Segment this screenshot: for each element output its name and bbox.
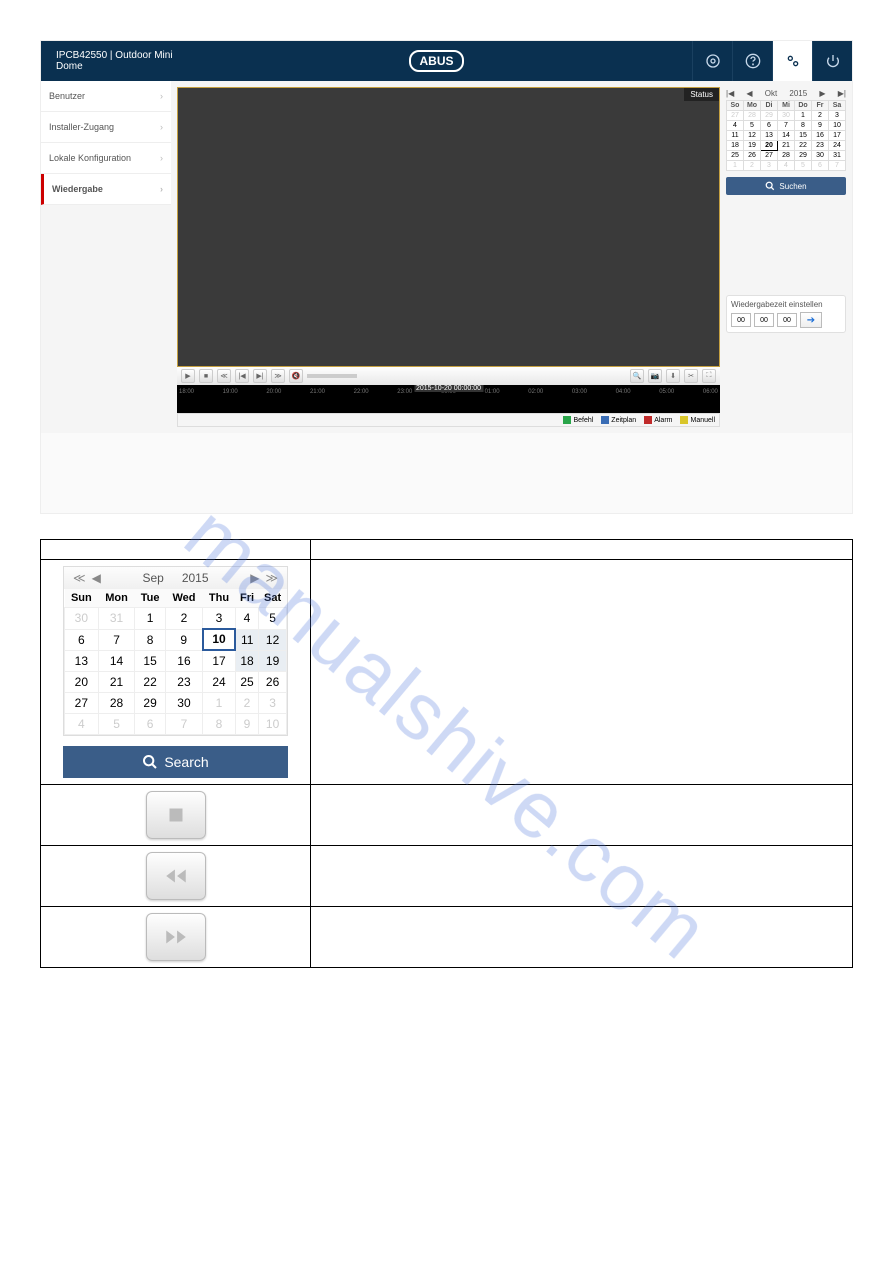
stop-button[interactable]: ■ [199,369,213,383]
help-icon[interactable] [732,41,772,81]
step-fwd-button[interactable]: ▶| [253,369,267,383]
fast-forward-button[interactable] [146,913,206,961]
sidebar-item-local-config[interactable]: Lokale Konfiguration› [41,143,171,174]
sidebar: Benutzer› Installer-Zugang› Lokale Konfi… [41,81,171,205]
video-player[interactable]: Status [177,87,720,367]
doc-calendar[interactable]: ≪ ◀ Sep2015 ▶ ≫ SunMonTueWedThuFriSat303… [63,566,288,736]
stop-button[interactable] [146,791,206,839]
status-label: Status [684,88,719,101]
step-back-button[interactable]: |◀ [235,369,249,383]
chevron-right-icon: › [160,91,163,101]
panel-title: Wiedergabezeit einstellen [731,300,841,309]
sidebar-item-playback[interactable]: Wiedergabe› [41,174,171,205]
prev-month-button[interactable]: ◀ [746,89,752,98]
doc-calendar-year: 2015 [182,571,209,585]
settings-icon[interactable] [772,41,812,81]
calendar-month: Okt [765,89,777,98]
snapshot-button[interactable]: 📷 [648,369,662,383]
power-icon[interactable] [812,41,852,81]
next-month-button[interactable]: ▶ [819,89,825,98]
hour-input[interactable]: 00 [731,313,751,327]
prev-year-button[interactable]: ≪ [70,571,89,585]
app-header: IPCB42550 | Outdoor Mini Dome ABUS [41,41,852,81]
playback-time-panel: Wiedergabezeit einstellen 00 00 00 ➔ [726,295,846,333]
forward-button[interactable]: ≫ [271,369,285,383]
search-icon [765,181,775,191]
live-icon[interactable] [692,41,732,81]
fullscreen-button[interactable]: ⛶ [702,369,716,383]
calendar-nav: |◀ ◀ Okt 2015 ▶ ▶| [726,87,846,100]
second-input[interactable]: 00 [777,313,797,327]
prev-year-button[interactable]: |◀ [726,89,734,98]
doc-calendar-month: Sep [142,571,163,585]
doc-search-button[interactable]: Search [63,746,288,778]
chevron-right-icon: › [160,184,163,194]
zoom-button[interactable]: 🔍 [630,369,644,383]
mute-button[interactable]: 🔇 [289,369,303,383]
calendar[interactable]: SoMoDiMiDoFrSa27282930123456789101112131… [726,100,846,171]
search-icon [142,754,158,770]
next-year-button[interactable]: ▶| [838,89,846,98]
sidebar-item-users[interactable]: Benutzer› [41,81,171,112]
calendar-year: 2015 [789,89,807,98]
sidebar-item-installer[interactable]: Installer-Zugang› [41,112,171,143]
chevron-right-icon: › [160,122,163,132]
player-controls: ▶ ■ ≪ |◀ ▶| ≫ 🔇 🔍 📷 ⬇ ✂ ⛶ [177,367,720,385]
chevron-right-icon: › [160,153,163,163]
play-button[interactable]: ▶ [181,369,195,383]
app-screenshot: IPCB42550 | Outdoor Mini Dome ABUS Benut… [40,40,853,514]
next-year-button[interactable]: ≫ [262,571,281,585]
clip-button[interactable]: ✂ [684,369,698,383]
volume-slider[interactable] [307,374,357,378]
manual-table: ≪ ◀ Sep2015 ▶ ≫ SunMonTueWedThuFriSat303… [40,539,853,968]
rewind-button[interactable] [146,852,206,900]
device-title: IPCB42550 | Outdoor Mini Dome [41,50,181,72]
next-month-button[interactable]: ▶ [247,571,262,585]
search-button[interactable]: Suchen [726,177,846,195]
download-button[interactable]: ⬇ [666,369,680,383]
rewind-button[interactable]: ≪ [217,369,231,383]
minute-input[interactable]: 00 [754,313,774,327]
prev-month-button[interactable]: ◀ [89,571,104,585]
go-button[interactable]: ➔ [800,312,822,328]
timeline-timestamp: 2015-10-20 00:00:00 [414,385,483,392]
timeline-legend: BefehlZeitplanAlarmManuell [177,413,720,427]
timeline[interactable]: 2015-10-20 00:00:00 18:0019:0020:0021:00… [177,385,720,413]
brand-logo: ABUS [409,50,463,72]
